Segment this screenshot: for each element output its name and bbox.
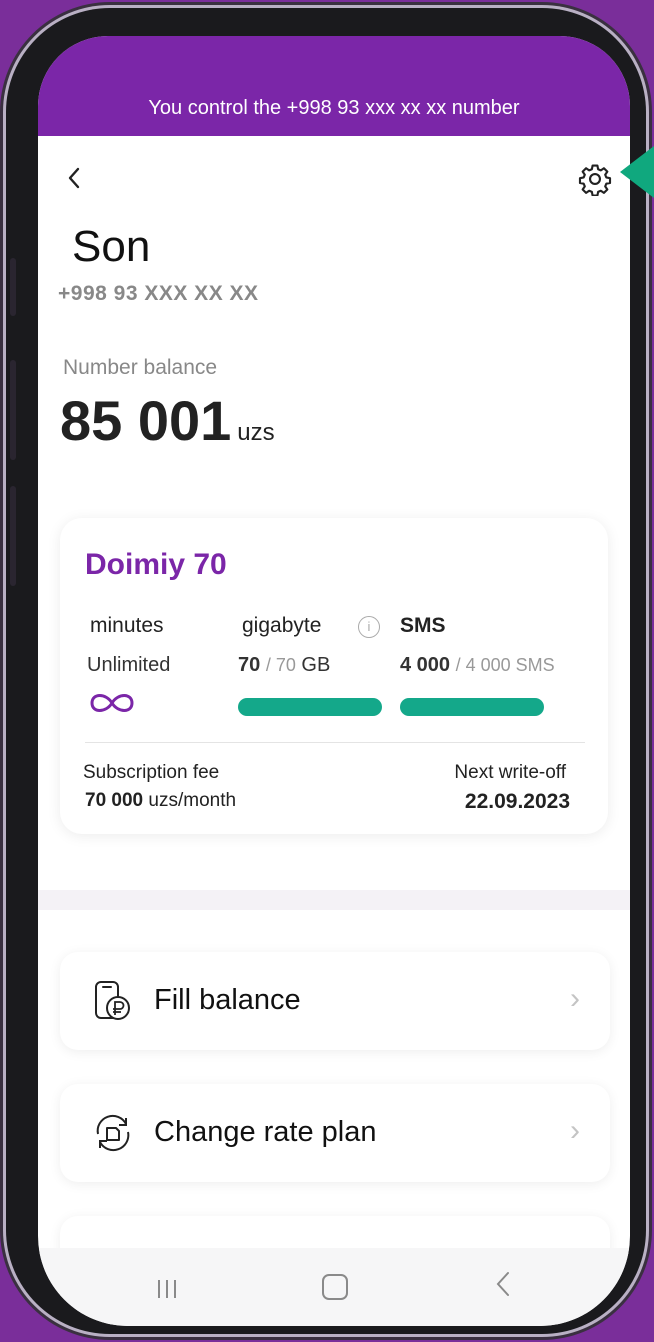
fill-balance-button[interactable]: Fill balance › <box>60 952 610 1050</box>
change-plan-icon <box>96 1114 130 1152</box>
gigabyte-title: gigabyte <box>242 614 322 637</box>
balance-unit: uzs <box>237 419 275 446</box>
phone-side-button <box>10 258 16 316</box>
back-button[interactable] <box>66 166 82 196</box>
gigabyte-remaining: 70 <box>238 654 261 676</box>
chevron-right-icon: › <box>570 982 580 1015</box>
recents-icon[interactable] <box>154 1278 180 1300</box>
next-writeoff-label: Next write-off <box>454 762 566 783</box>
nav-back-icon[interactable] <box>494 1270 512 1298</box>
control-banner-text: You control the +998 93 xxx xx xx number <box>148 97 520 119</box>
pointer-arrow <box>620 146 654 198</box>
infinity-icon <box>90 694 134 712</box>
fee-unit: uzs/month <box>148 790 237 811</box>
next-writeoff-date: 22.09.2023 <box>464 790 570 813</box>
sms-value: 4 000 / 4 000 SMS <box>400 654 555 677</box>
app-screen: You control the +998 93 xxx xx xx number… <box>38 36 630 1326</box>
sms-remaining: 4 000 <box>400 654 451 676</box>
gear-icon[interactable] <box>578 162 612 196</box>
account-name: Son <box>72 222 151 271</box>
section-separator <box>38 890 630 910</box>
phone-side-button <box>10 486 16 586</box>
fee-amount: 70 000 <box>85 790 144 811</box>
fee-label: Subscription fee <box>83 762 220 783</box>
balance-amount: 85 001 <box>60 389 232 452</box>
change-rate-plan-label: Change rate plan <box>154 1116 377 1148</box>
fill-balance-label: Fill balance <box>154 984 301 1016</box>
card-divider <box>85 742 585 743</box>
plan-card[interactable]: Doimiy 70 minutes Unlimited gigabyte i 7… <box>60 518 608 834</box>
minutes-value: Unlimited <box>87 654 171 676</box>
system-nav-bar <box>38 1248 630 1326</box>
chevron-left-icon <box>68 167 80 189</box>
fee-value: 70 000 uzs/month <box>85 790 236 812</box>
gigabyte-unit: GB <box>301 654 331 676</box>
gigabyte-value: 70 / 70 GB <box>238 654 330 677</box>
control-banner: You control the +998 93 xxx xx xx number <box>38 36 630 136</box>
sms-total: / 4 000 SMS <box>455 655 555 675</box>
fill-balance-icon <box>95 981 130 1020</box>
info-icon[interactable]: i <box>358 616 380 638</box>
change-rate-plan-button[interactable]: Change rate plan › <box>60 1084 610 1182</box>
account-phone: +998 93 XXX XX XX <box>58 282 259 305</box>
sms-progress-bar <box>400 698 544 716</box>
balance-value: 85 001 uzs <box>60 388 275 453</box>
phone-side-button <box>10 360 16 460</box>
gigabyte-progress-bar <box>238 698 382 716</box>
sms-title: SMS <box>400 614 446 637</box>
home-icon[interactable] <box>322 1274 348 1300</box>
plan-name: Doimiy 70 <box>85 548 227 581</box>
chevron-right-icon: › <box>570 1114 580 1147</box>
balance-label: Number balance <box>63 356 218 379</box>
minutes-title: minutes <box>90 614 164 637</box>
gigabyte-total: / 70 <box>265 655 296 675</box>
